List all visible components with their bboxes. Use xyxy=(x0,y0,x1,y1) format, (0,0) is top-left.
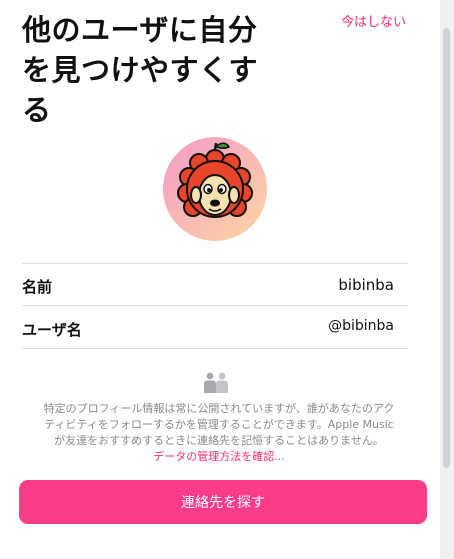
people-handshake-icon xyxy=(204,372,228,393)
title-line-1: 他のユーザに自分 xyxy=(22,13,258,47)
username-label: ユーザ名 xyxy=(22,321,82,339)
title-line-3: る xyxy=(22,93,52,127)
divider-bottom xyxy=(22,348,408,349)
title-line-2: を見つけやすくす xyxy=(22,53,259,87)
scrollbar-thumb[interactable] xyxy=(443,28,450,468)
data-management-link[interactable]: データの管理方法を確認... xyxy=(22,449,416,465)
notice-line-2: ティビティをフォローするかを管理することができます。Apple Music xyxy=(44,418,394,431)
name-value: bibinba xyxy=(338,276,394,294)
username-value: @bibinba xyxy=(328,318,394,334)
privacy-notice: 特定のプロフィール情報は常に公開されていますが、誰があなたのアク ティビティをフ… xyxy=(22,401,416,465)
find-contacts-button[interactable]: 連絡先を探す xyxy=(19,480,427,524)
divider-top xyxy=(22,263,408,264)
notice-line-1: 特定のプロフィール情報は常に公開されていますが、誰があなたのアク xyxy=(43,402,395,415)
name-label: 名前 xyxy=(22,278,53,296)
onboarding-sheet: 他のユーザに自分 を見つけやすくす る 今はしない 名前 bibinba ユーザ… xyxy=(0,0,440,559)
not-now-link[interactable]: 今はしない xyxy=(341,11,406,30)
avatar[interactable] xyxy=(163,137,267,241)
page-title: 他のユーザに自分 を見つけやすくす る xyxy=(22,10,292,130)
divider-middle xyxy=(22,305,408,306)
notice-line-3: が友達をおすすめするときに連絡先を記憶することはありません。 xyxy=(54,434,384,447)
sheep-avatar-icon xyxy=(163,137,267,241)
scrollbar-track[interactable] xyxy=(440,0,454,559)
